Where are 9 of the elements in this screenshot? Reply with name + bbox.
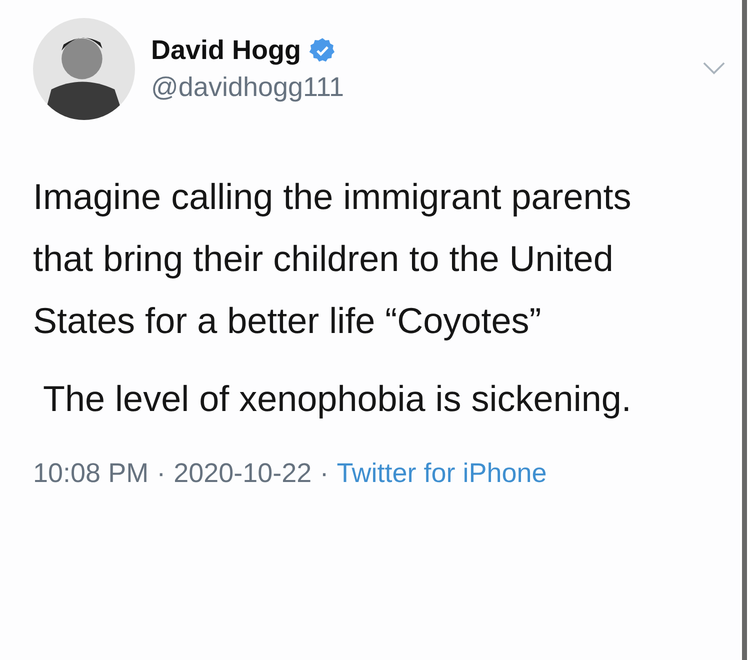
author-handle[interactable]: @davidhogg111 (151, 72, 703, 103)
separator-dot: · (320, 458, 329, 489)
tweet-time: 10:08 PM (33, 458, 149, 489)
author-name: David Hogg (151, 35, 302, 66)
tweet-text: Imagine calling the immigrant parents that bring their children to the United States for a better life “Coyotes” (33, 175, 632, 343)
separator-dot: · (156, 458, 166, 489)
tweet-text: The level of xenophobia is sickening. (42, 377, 632, 421)
tweet-date: 2020-10-22 (174, 458, 312, 489)
source-link[interactable]: Twitter for iPhone (336, 458, 547, 489)
